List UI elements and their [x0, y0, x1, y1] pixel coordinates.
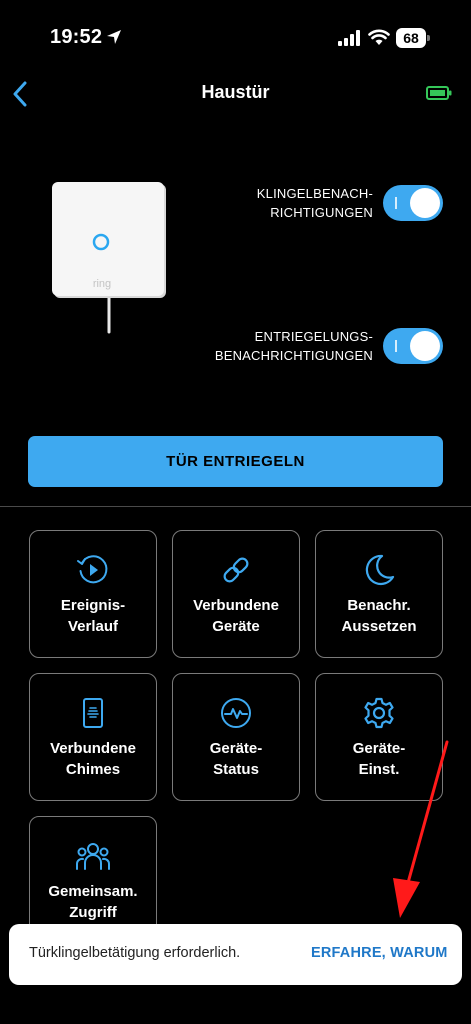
history-play-icon	[77, 555, 108, 584]
cellular-signal-icon	[338, 30, 360, 46]
tile-label: Verbundene Chimes	[50, 740, 136, 778]
page-title: Haustür	[201, 82, 270, 102]
pulse-icon	[221, 698, 251, 728]
battery-percent: 68	[396, 28, 426, 48]
tile-event-history[interactable]: Ereignis- Verlauf	[29, 530, 157, 658]
header: Haustür	[0, 72, 471, 116]
link-icon	[223, 557, 249, 583]
tile-label: Verbundene Geräte	[193, 597, 279, 635]
tile-label: Ereignis- Verlauf	[60, 597, 126, 635]
tile-linked-chimes[interactable]: Verbundene Chimes	[29, 673, 157, 801]
status-bar: 19:52 68	[0, 0, 471, 70]
chime-icon	[83, 698, 103, 728]
device-battery-icon	[426, 86, 452, 100]
annotation-arrow-icon	[393, 740, 449, 918]
doorbell-notifications-label: KLINGELBENACH- RICHTIGUNGEN	[256, 186, 373, 220]
location-arrow-icon	[107, 30, 121, 44]
moon-icon	[365, 554, 395, 586]
unlock-notifications-toggle[interactable]	[383, 328, 443, 364]
toast-message: Türklingelbetätigung erforderlich.	[29, 945, 241, 961]
tile-label: Benachr. Aussetzen	[341, 597, 417, 635]
tile-device-status[interactable]: Geräte- Status	[172, 673, 300, 801]
unlock-notifications-label: ENTRIEGELUNGS- BENACHRICHTIGUNGEN	[214, 329, 373, 363]
section-divider	[0, 506, 471, 507]
gear-icon	[364, 697, 394, 729]
device-brand-logo: ring	[93, 278, 111, 290]
battery-status-icon: 68	[396, 28, 430, 48]
tile-label: Gemeinsam. Zugriff	[48, 883, 138, 921]
tile-snooze-notifications[interactable]: Benachr. Aussetzen	[315, 530, 443, 658]
wifi-icon	[368, 29, 390, 45]
intercom-device-image: ring	[52, 182, 166, 334]
unlock-notifications-row: ENTRIEGELUNGS- BENACHRICHTIGUNGEN	[215, 327, 443, 365]
unlock-door-button[interactable]: TÜR ENTRIEGELN	[28, 436, 443, 487]
status-time: 19:52	[50, 26, 103, 48]
tile-label: Geräte- Status	[209, 740, 263, 778]
doorbell-notifications-toggle[interactable]	[383, 185, 443, 221]
learn-why-link[interactable]: ERFAHRE, WARUM	[311, 945, 448, 961]
toast-banner: Türklingelbetätigung erforderlich. ERFAH…	[9, 924, 462, 985]
tile-linked-devices[interactable]: Verbundene Geräte	[172, 530, 300, 658]
people-icon	[76, 843, 110, 870]
doorbell-notifications-row: KLINGELBENACH- RICHTIGUNGEN	[257, 184, 443, 222]
